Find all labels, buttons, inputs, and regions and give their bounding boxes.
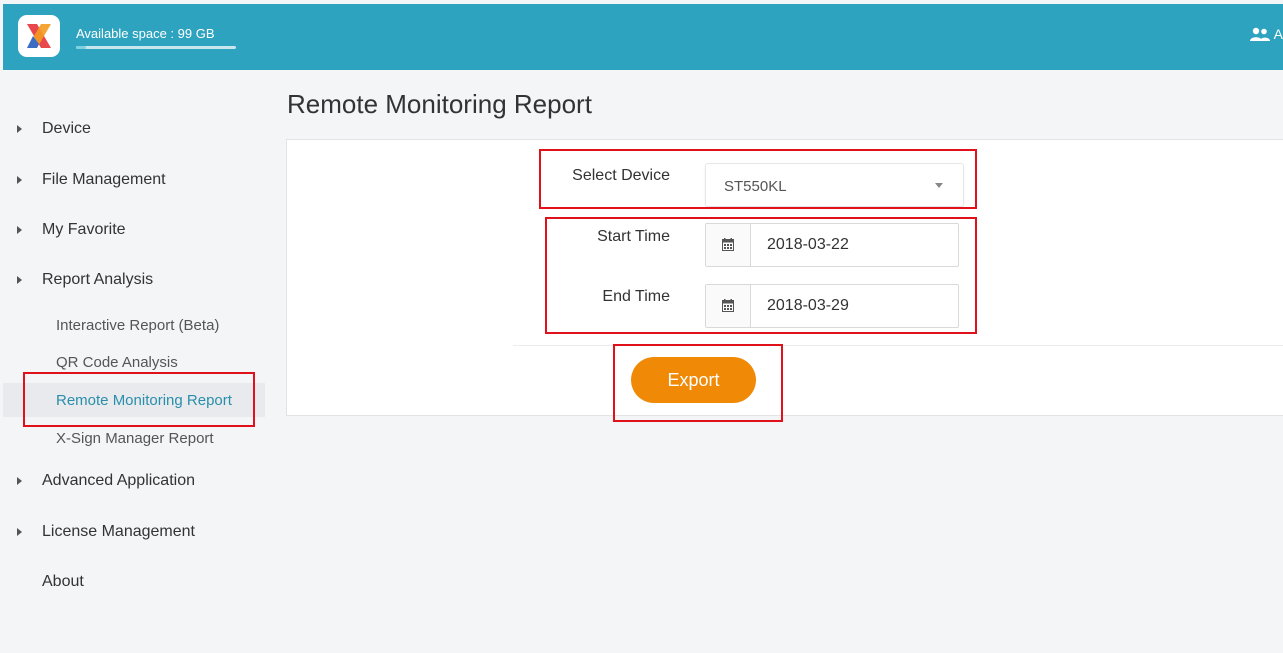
sidebar-item-license-management[interactable]: License Management [3,514,265,550]
sidebar-subitem-label: Interactive Report (Beta) [56,316,220,334]
caret-right-icon [17,125,22,133]
highlight-box-export [613,344,783,422]
sidebar-item-label: Device [42,120,91,137]
caret-right-icon [17,276,22,284]
highlight-box-date-range [545,217,977,334]
page-title: Remote Monitoring Report [287,89,592,119]
app-logo[interactable] [18,15,60,57]
sidebar-item-about[interactable]: About [3,564,265,600]
caret-right-icon [17,528,22,536]
storage-usage-bar [76,46,236,49]
sidebar-subitem-label: QR Code Analysis [56,353,178,371]
users-icon [1249,27,1270,41]
sidebar-item-report-analysis[interactable]: Report Analysis [3,262,265,298]
sidebar-subitem-interactive-report[interactable]: Interactive Report (Beta) [3,308,265,342]
sidebar-item-advanced-application[interactable]: Advanced Application [3,463,265,499]
sidebar-item-my-favorite[interactable]: My Favorite [3,212,265,248]
sidebar-item-device[interactable]: Device [3,111,265,147]
sidebar: Device File Management My Favorite Repor… [3,70,265,653]
highlight-box-select-device [539,149,977,209]
caret-right-icon [17,477,22,485]
top-bar: Available space : 99 GB A [3,4,1283,70]
sidebar-item-label: Advanced Application [42,472,195,489]
sidebar-item-label: File Management [42,171,166,188]
highlight-box-sidebar [23,372,255,427]
account-name: A [1273,26,1283,42]
available-space-label: Available space : 99 GB [76,26,215,41]
sidebar-item-file-management[interactable]: File Management [3,162,265,198]
caret-right-icon [17,226,22,234]
storage-usage-fill [76,46,86,49]
caret-right-icon [17,176,22,184]
sidebar-item-label: License Management [42,523,195,540]
sidebar-item-label: Report Analysis [42,271,154,288]
account-menu[interactable]: A [1249,26,1283,42]
sidebar-subitem-label: X-Sign Manager Report [56,429,214,447]
sidebar-item-label: My Favorite [42,221,126,238]
x-logo-icon [27,24,51,48]
sidebar-item-label: About [42,573,84,590]
